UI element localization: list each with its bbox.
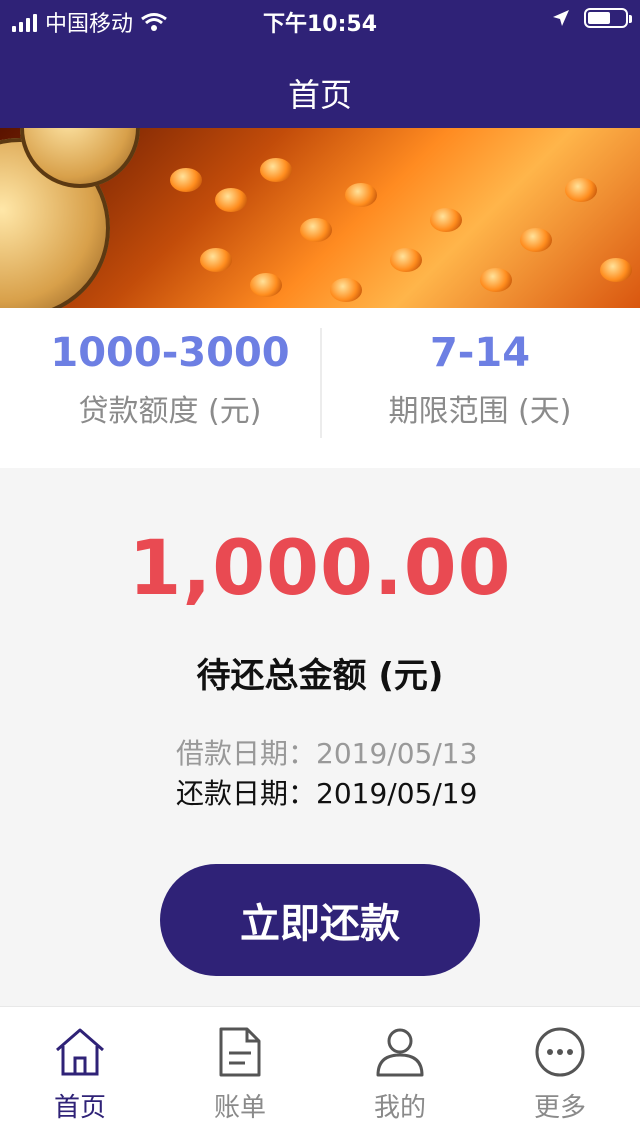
banner-image [0, 128, 640, 308]
home-icon [56, 1028, 104, 1076]
nav-bar: 首页 [0, 40, 640, 128]
loan-amount-value: 1000-3000 [50, 330, 290, 376]
repayment-panel: 1,000.00 待还总金额 (元) 借款日期：2019/05/13 还款日期：… [0, 468, 640, 1006]
loan-term-stat: 7-14 期限范围 (天) [320, 330, 640, 430]
loan-term-value: 7-14 [429, 330, 531, 376]
battery-icon [584, 8, 632, 28]
tab-more[interactable]: 更多 [480, 1025, 640, 1124]
tab-mine-label: 我的 [373, 1093, 426, 1123]
loan-stats: 1000-3000 贷款额度 (元) 7-14 期限范围 (天) [0, 308, 640, 468]
repay-now-button[interactable]: 立即还款 [160, 864, 480, 976]
tab-bill[interactable]: 账单 [160, 1025, 320, 1124]
tab-mine[interactable]: 我的 [320, 1025, 480, 1124]
loan-amount-stat: 1000-3000 贷款额度 (元) [10, 330, 330, 430]
borrow-date-label: 借款日期： [176, 737, 317, 770]
location-arrow-icon [553, 10, 569, 26]
total-due-amount: 1,000.00 [128, 523, 512, 612]
loan-amount-label: 贷款额度 (元) [78, 394, 262, 429]
more-icon [535, 1027, 585, 1077]
tab-bill-label: 账单 [213, 1093, 266, 1123]
clock: 下午10:54 [262, 12, 378, 37]
user-icon [376, 1028, 424, 1077]
loan-term-label: 期限范围 (天) [388, 394, 572, 429]
tab-more-label: 更多 [533, 1093, 586, 1123]
bill-icon [219, 1027, 261, 1077]
repay-date-value: 2019/05/19 [316, 777, 478, 810]
status-bar: 中国移动 下午10:54 [0, 0, 640, 40]
page-title: 首页 [287, 76, 352, 114]
total-due-label: 待还总金额 (元) [196, 656, 444, 696]
tab-home-label: 首页 [53, 1093, 106, 1123]
repay-date-row: 还款日期：2019/05/19 [176, 772, 477, 812]
repay-date-label: 还款日期： [176, 777, 317, 810]
tab-home[interactable]: 首页 [0, 1025, 160, 1124]
tab-bar: 首页 账单 我的 更多 [0, 1006, 640, 1136]
borrow-date-row: 借款日期：2019/05/13 [176, 732, 477, 772]
borrow-date-value: 2019/05/13 [316, 737, 478, 770]
